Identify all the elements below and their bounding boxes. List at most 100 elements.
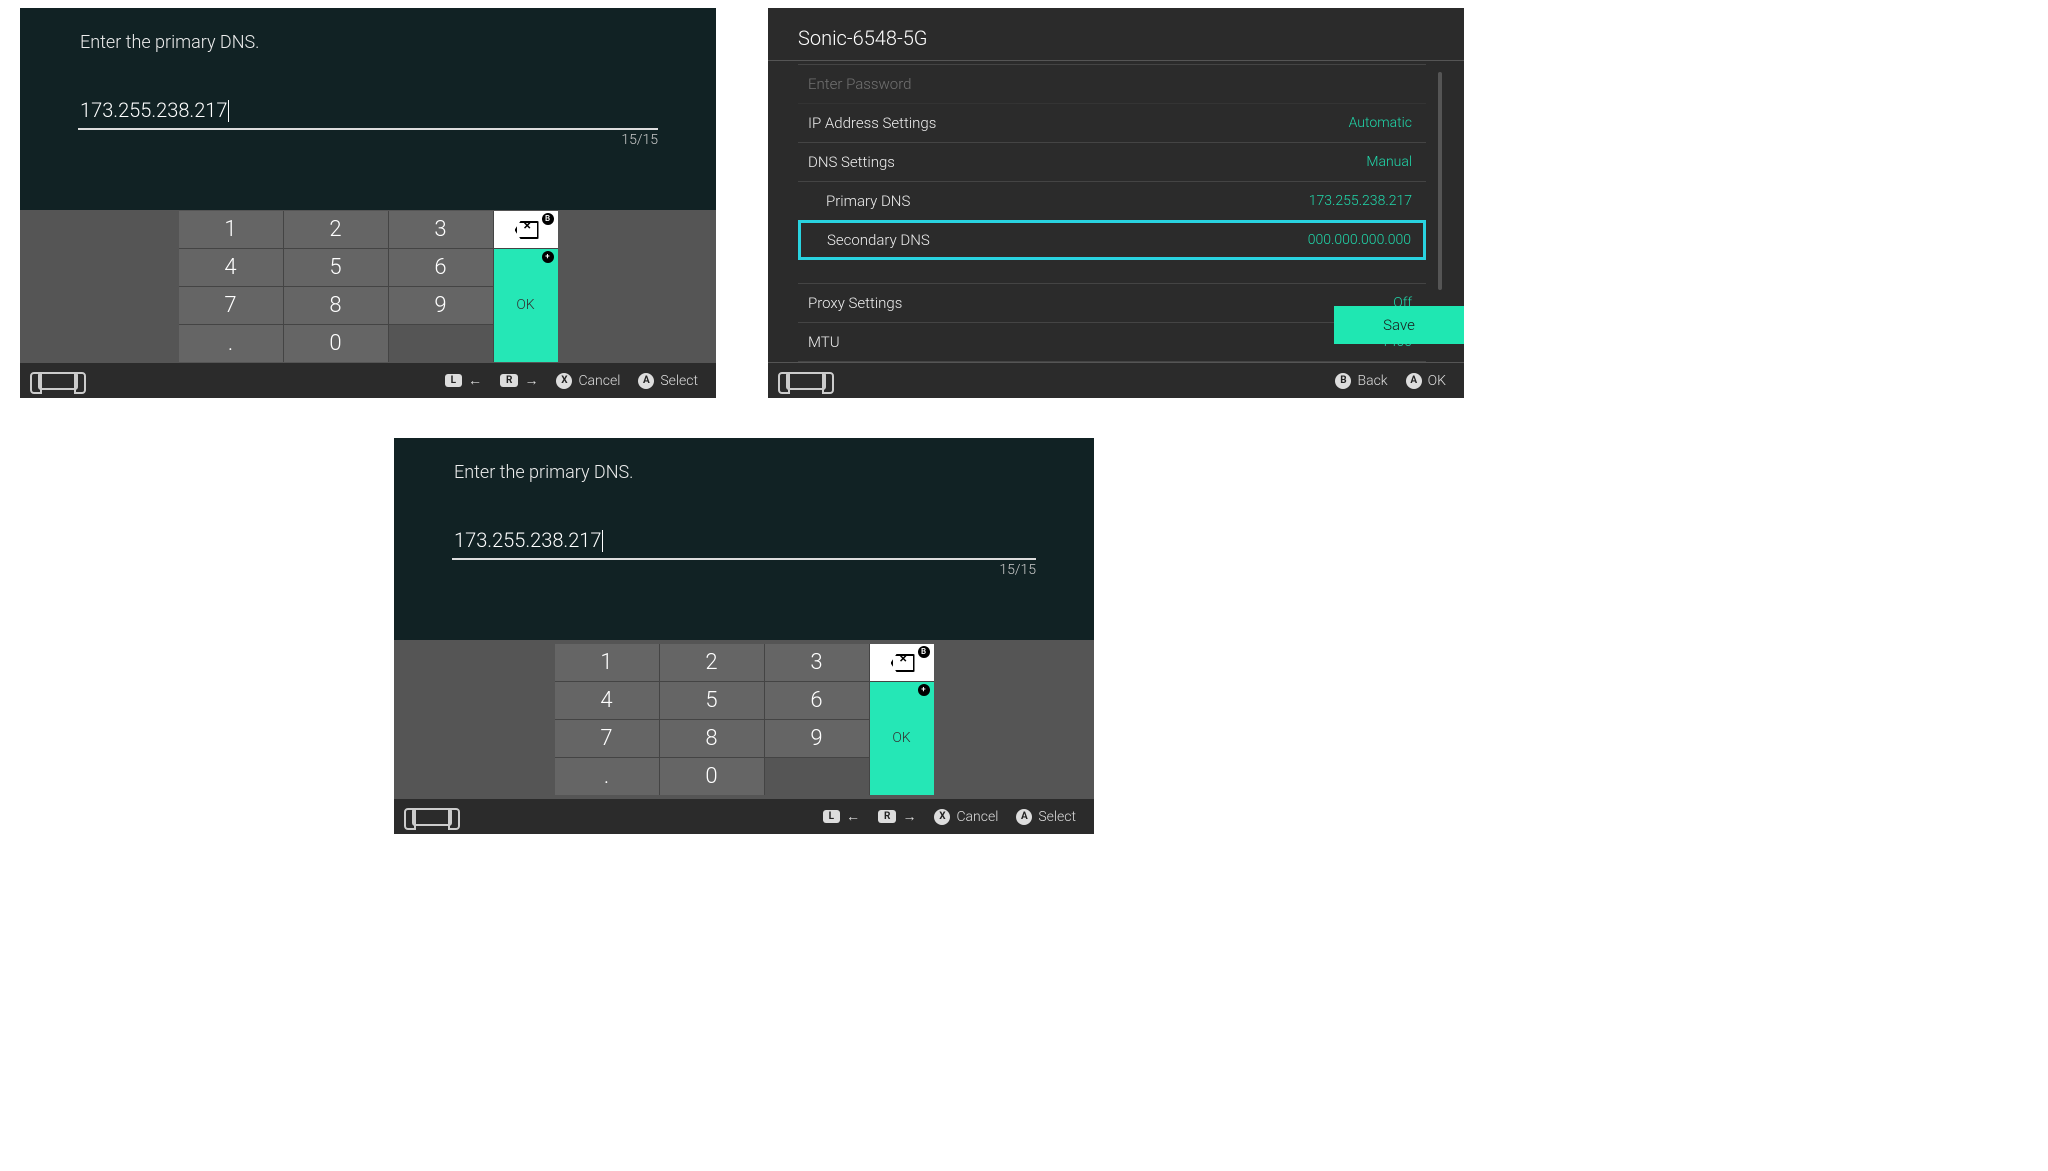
hint-ok[interactable]: A OK [1406, 373, 1446, 389]
backspace-icon [515, 221, 537, 237]
hint-cancel[interactable]: X Cancel [556, 373, 620, 389]
row-label: MTU [808, 333, 840, 351]
row-ip-settings[interactable]: IP Address Settings Automatic [798, 104, 1426, 143]
key-dot[interactable]: . [555, 758, 659, 795]
settings-list: Enter Password IP Address Settings Autom… [798, 64, 1426, 362]
key-6[interactable]: 6 [765, 682, 869, 719]
hint-back[interactable]: B Back [1335, 373, 1387, 389]
switch-console-icon [786, 372, 826, 390]
hint-l: L ← [823, 808, 860, 825]
row-label: Enter Password [808, 75, 911, 93]
row-dns-settings[interactable]: DNS Settings Manual [798, 143, 1426, 182]
dns-input[interactable]: 173.255.238.217 [78, 92, 658, 130]
arrow-right-icon: → [524, 372, 538, 389]
key-ok-label: OK [892, 730, 910, 746]
key-dot[interactable]: . [179, 325, 283, 362]
key-4[interactable]: 4 [555, 682, 659, 719]
key-8[interactable]: 8 [284, 287, 388, 324]
save-button[interactable]: Save [1334, 306, 1464, 344]
char-count: 15/15 [999, 562, 1036, 578]
row-value: 173.255.238.217 [1309, 193, 1412, 209]
hint-select[interactable]: A Select [1016, 809, 1076, 825]
settings-body: Enter Password IP Address Settings Autom… [768, 64, 1464, 362]
arrow-left-icon: ← [468, 372, 482, 389]
network-settings-screen: Sonic-6548-5G Enter Password IP Address … [768, 8, 1464, 398]
hint-r: R → [878, 808, 916, 825]
numeric-keypad: 1 2 3 B 4 5 6 OK + 7 8 9 . 0 [394, 640, 1094, 798]
footer-bar: B Back A OK [768, 362, 1464, 398]
key-2[interactable]: 2 [284, 211, 388, 248]
hint-r: R → [500, 372, 538, 389]
key-6[interactable]: 6 [389, 249, 493, 286]
key-8[interactable]: 8 [660, 720, 764, 757]
r-button-icon: R [500, 374, 518, 387]
key-0[interactable]: 0 [284, 325, 388, 362]
row-enter-password[interactable]: Enter Password [798, 65, 1426, 104]
l-button-icon: L [445, 374, 462, 387]
switch-console-icon [412, 808, 452, 826]
key-5[interactable]: 5 [284, 249, 388, 286]
text-caret [228, 100, 229, 122]
row-value: 000.000.000.000 [1308, 232, 1411, 248]
row-secondary-dns[interactable]: Secondary DNS 000.000.000.000 [798, 220, 1426, 260]
key-3[interactable]: 3 [389, 211, 493, 248]
key-backspace[interactable]: B [870, 644, 934, 681]
key-1[interactable]: 1 [179, 211, 283, 248]
a-button-icon: A [638, 373, 654, 389]
key-9[interactable]: 9 [389, 287, 493, 324]
row-value: Manual [1366, 154, 1412, 170]
select-label: Select [660, 373, 698, 389]
key-9[interactable]: 9 [765, 720, 869, 757]
r-button-icon: R [878, 810, 896, 823]
dns-entry-screen-a: Enter the primary DNS. 173.255.238.217 1… [20, 8, 716, 398]
switch-console-icon [38, 372, 78, 390]
key-blank [389, 325, 493, 362]
row-label: IP Address Settings [808, 114, 936, 132]
key-blank [765, 758, 869, 795]
backspace-icon [891, 654, 913, 670]
row-proxy[interactable]: Proxy Settings Off [798, 283, 1426, 323]
a-button-icon: A [1406, 373, 1422, 389]
key-grid: 1 2 3 B 4 5 6 OK + 7 8 9 . 0 [179, 211, 558, 362]
key-grid: 1 2 3 B 4 5 6 OK + 7 8 9 . 0 [555, 644, 934, 795]
hint-cancel[interactable]: X Cancel [934, 809, 998, 825]
cancel-label: Cancel [956, 809, 998, 825]
key-7[interactable]: 7 [555, 720, 659, 757]
l-button-icon: L [823, 810, 840, 823]
row-mtu[interactable]: MTU 1400 [798, 323, 1426, 362]
key-backspace[interactable]: B [494, 211, 558, 248]
ok-badge: + [918, 684, 930, 696]
key-3[interactable]: 3 [765, 644, 869, 681]
key-ok[interactable]: OK + [870, 682, 934, 795]
key-5[interactable]: 5 [660, 682, 764, 719]
a-button-icon: A [1016, 809, 1032, 825]
x-button-icon: X [934, 809, 950, 825]
char-count: 15/15 [621, 132, 658, 148]
key-0[interactable]: 0 [660, 758, 764, 795]
backspace-badge: B [918, 646, 930, 658]
select-label: Select [1038, 809, 1076, 825]
key-7[interactable]: 7 [179, 287, 283, 324]
dns-title: Enter the primary DNS. [80, 32, 260, 53]
key-1[interactable]: 1 [555, 644, 659, 681]
key-2[interactable]: 2 [660, 644, 764, 681]
dns-input-wrap: 173.255.238.217 15/15 [452, 522, 1036, 560]
hint-select[interactable]: A Select [638, 373, 698, 389]
b-button-icon: B [1335, 373, 1351, 389]
back-label: Back [1357, 373, 1387, 389]
dns-input-wrap: 173.255.238.217 15/15 [78, 92, 658, 130]
footer-bar: L ← R → X Cancel A Select [20, 362, 716, 398]
ssid-title: Sonic-6548-5G [768, 8, 1464, 61]
numeric-keypad: 1 2 3 B 4 5 6 OK + 7 8 9 . 0 [20, 210, 716, 362]
scrollbar[interactable] [1438, 72, 1442, 290]
row-label: Primary DNS [826, 192, 910, 210]
key-ok[interactable]: OK + [494, 249, 558, 362]
dns-input[interactable]: 173.255.238.217 [452, 522, 1036, 560]
row-primary-dns[interactable]: Primary DNS 173.255.238.217 [798, 182, 1426, 221]
arrow-right-icon: → [902, 808, 916, 825]
cancel-label: Cancel [578, 373, 620, 389]
row-label: Proxy Settings [808, 294, 902, 312]
footer-bar: L ← R → X Cancel A Select [394, 798, 1094, 834]
row-label: DNS Settings [808, 153, 895, 171]
key-4[interactable]: 4 [179, 249, 283, 286]
